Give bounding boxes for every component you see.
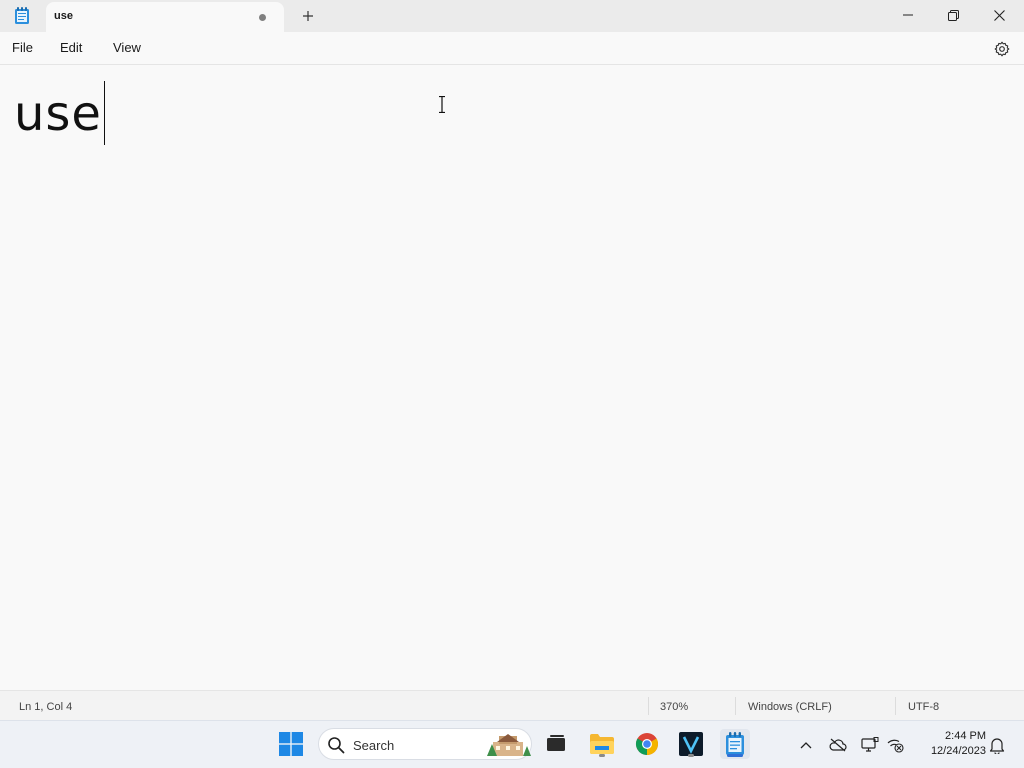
status-divider: [895, 697, 896, 715]
status-divider: [648, 697, 649, 715]
show-hidden-icons-button[interactable]: [797, 731, 815, 759]
encoding: UTF-8: [908, 701, 940, 713]
taskbar-search-box[interactable]: Search: [318, 728, 532, 760]
onedrive-offline-icon: [829, 738, 847, 752]
file-explorer-button[interactable]: [587, 729, 617, 759]
network-tray-button[interactable]: [884, 731, 906, 759]
zoom-level: 370%: [660, 701, 689, 713]
task-view-button[interactable]: [541, 729, 571, 759]
cursor-position: Ln 1, Col 4: [19, 701, 73, 713]
gear-icon: [994, 41, 1010, 57]
start-button[interactable]: [276, 729, 306, 759]
document-tab[interactable]: use: [46, 2, 284, 32]
notification-bell-icon: [989, 738, 1005, 754]
status-divider: [735, 697, 736, 715]
chrome-icon: [636, 733, 658, 755]
notepad-app-icon: [14, 7, 30, 25]
minimize-button[interactable]: [885, 0, 931, 30]
editor-content[interactable]: use: [14, 78, 102, 150]
chevron-up-icon: [800, 742, 812, 749]
text-editor[interactable]: use: [0, 66, 1024, 690]
task-view-icon: [547, 735, 565, 751]
menu-bar: File Edit View: [0, 32, 1024, 65]
plus-icon: [303, 11, 313, 21]
display-icon: [861, 737, 879, 752]
active-indicator: [727, 754, 743, 757]
menu-view[interactable]: View: [113, 40, 141, 55]
search-highlight-illustration-icon: [487, 734, 531, 756]
clock-date: 12/24/2023: [930, 745, 986, 757]
network-disconnected-icon: [887, 739, 904, 753]
text-caret: [104, 81, 105, 145]
menu-edit[interactable]: Edit: [60, 40, 82, 55]
running-indicator: [688, 754, 694, 757]
clock-time: 2:44 PM: [945, 730, 986, 742]
display-tray-button[interactable]: [858, 731, 882, 759]
clock[interactable]: 2:44 PM 12/24/2023: [914, 729, 986, 759]
v-app-button[interactable]: [676, 729, 706, 759]
status-bar: Ln 1, Col 4 370% Windows (CRLF) UTF-8: [0, 690, 1024, 720]
ibeam-cursor-icon: [439, 96, 445, 113]
search-icon: [328, 737, 345, 754]
tab-title: use: [54, 10, 73, 22]
taskbar: Search 2:44 PM 12/24/2023: [0, 720, 1024, 768]
notepad-taskbar-button[interactable]: [720, 729, 750, 759]
new-tab-button[interactable]: [296, 5, 320, 27]
chrome-button[interactable]: [632, 729, 662, 759]
notifications-button[interactable]: [986, 731, 1008, 759]
unsaved-indicator-icon[interactable]: [259, 14, 266, 21]
menu-file[interactable]: File: [12, 40, 33, 55]
line-ending: Windows (CRLF): [748, 701, 832, 713]
search-label: Search: [353, 738, 395, 753]
close-icon: [993, 9, 1005, 21]
file-explorer-icon: [590, 734, 614, 754]
restore-button[interactable]: [930, 0, 976, 30]
notepad-icon: [726, 732, 744, 755]
restore-icon: [947, 9, 959, 21]
close-button[interactable]: [976, 0, 1022, 30]
windows-start-icon: [279, 732, 303, 756]
running-indicator: [599, 754, 605, 757]
v-app-icon: [679, 732, 703, 756]
settings-button[interactable]: [992, 39, 1012, 59]
minimize-icon: [903, 14, 913, 16]
title-bar: use: [0, 0, 1024, 32]
onedrive-tray-button[interactable]: [826, 731, 850, 759]
